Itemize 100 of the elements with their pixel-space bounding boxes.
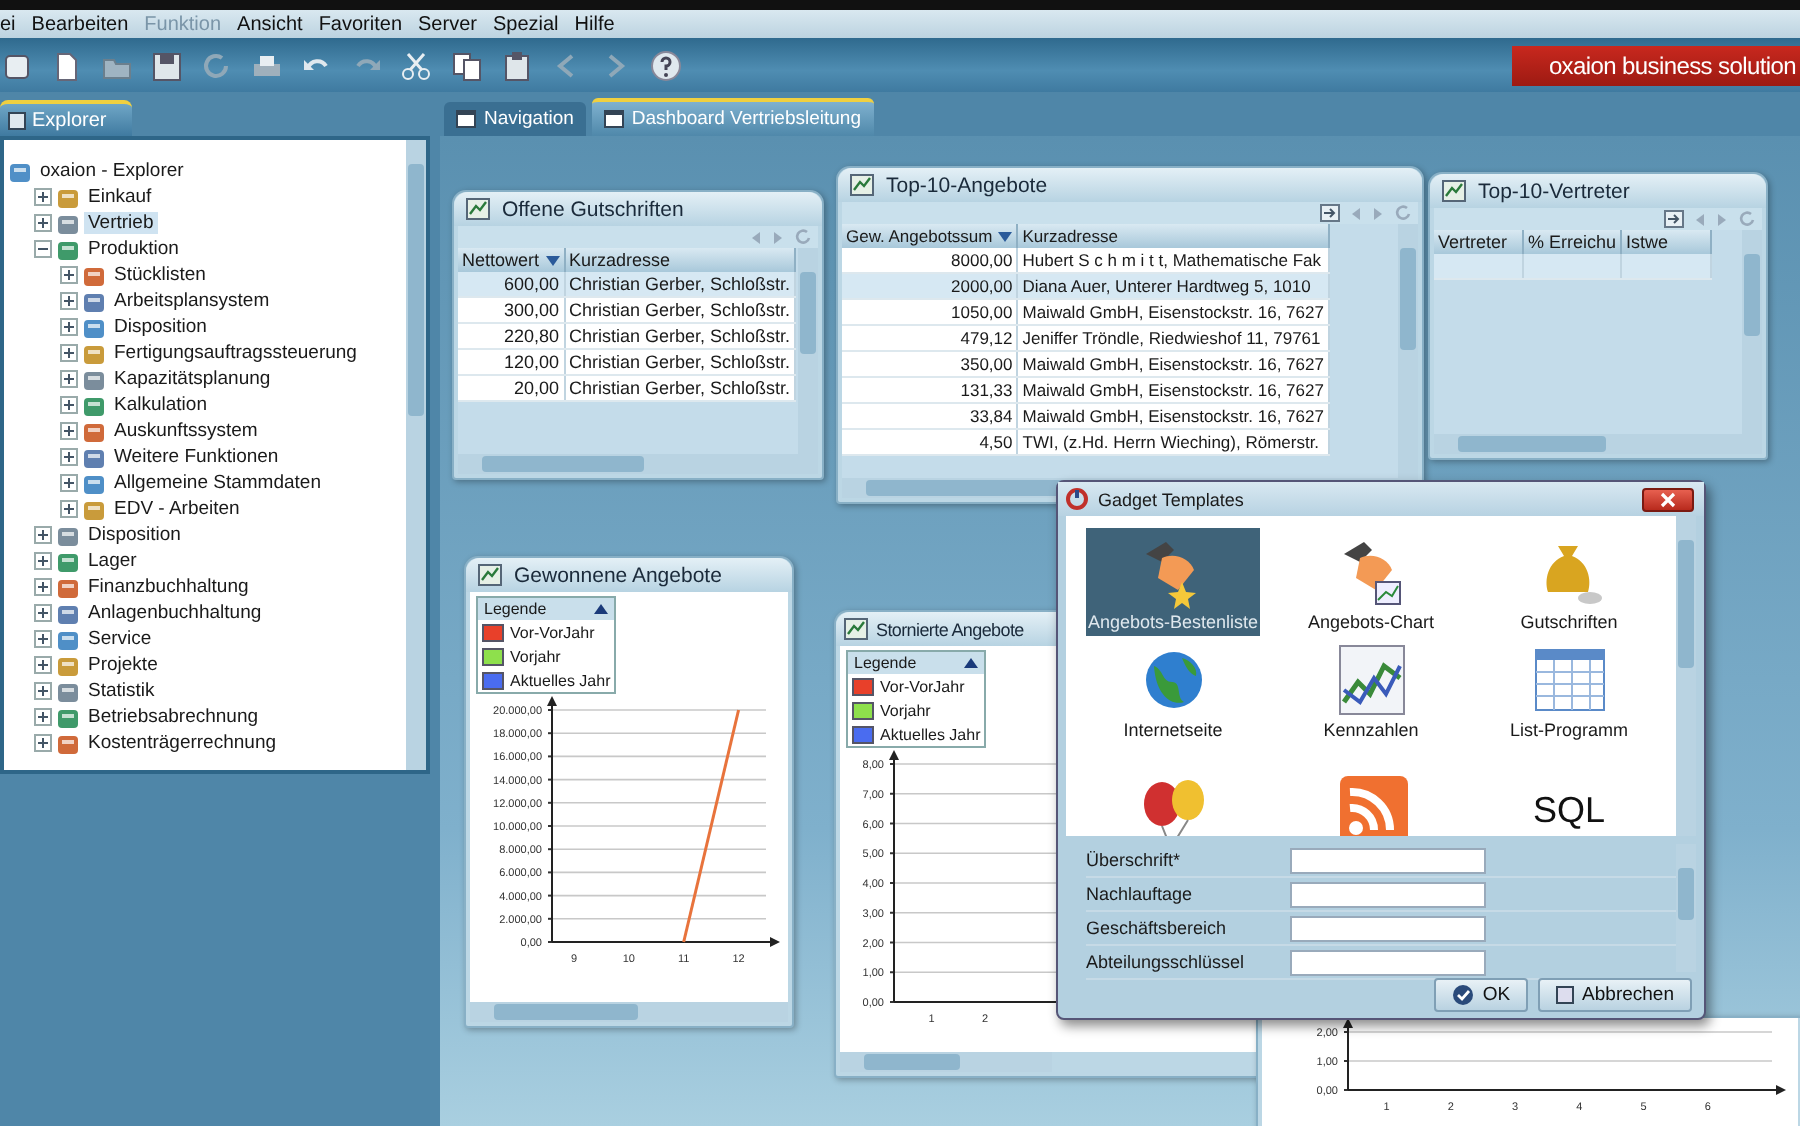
scrollbar[interactable]: [840, 1052, 1052, 1072]
expand-icon[interactable]: [34, 188, 52, 206]
scroll-thumb[interactable]: [482, 456, 644, 472]
column-header[interactable]: Vertreter: [1434, 230, 1523, 254]
scroll-thumb[interactable]: [1744, 254, 1760, 336]
tree-item[interactable]: Allgemeine Stammdaten: [110, 472, 325, 494]
scrollbar[interactable]: [458, 454, 818, 474]
collapse-icon[interactable]: [34, 240, 52, 258]
table-row[interactable]: 350,00 Maiwald GmbH, Eisenstockstr. 16, 7627: [842, 351, 1329, 377]
expand-icon[interactable]: [34, 578, 52, 596]
tree-item[interactable]: Statistik: [84, 680, 159, 702]
tree-item[interactable]: Disposition: [110, 316, 211, 338]
ok-button[interactable]: OK: [1434, 978, 1529, 1012]
table-row[interactable]: 8000,00 Hubert S c h m i t t, Mathematische Fak: [842, 248, 1329, 273]
export-icon[interactable]: [1320, 204, 1340, 222]
expand-icon[interactable]: [60, 292, 78, 310]
menu-item[interactable]: Hilfe: [574, 13, 615, 35]
column-header[interactable]: Nettowert: [458, 248, 565, 272]
expand-icon[interactable]: [60, 474, 78, 492]
scrollbar[interactable]: [470, 1002, 788, 1022]
scrollbar[interactable]: [1742, 230, 1762, 434]
scrollbar[interactable]: [1676, 844, 1696, 972]
table-row[interactable]: 1050,00 Maiwald GmbH, Eisenstockstr. 16, 7627: [842, 299, 1329, 325]
table-row[interactable]: 300,00 Christian Gerber, Schloßstr.: [458, 297, 796, 323]
menu-item[interactable]: Spezial: [492, 13, 559, 35]
template-item[interactable]: Gutschriften: [1482, 528, 1656, 636]
table-row[interactable]: 131,33 Maiwald GmbH, Eisenstockstr. 16, 7627: [842, 377, 1329, 403]
help-icon[interactable]: [650, 49, 682, 81]
collapse-icon[interactable]: [594, 604, 608, 614]
scrollbar[interactable]: [1676, 516, 1696, 836]
expand-icon[interactable]: [60, 422, 78, 440]
table-row[interactable]: 120,00 Christian Gerber, Schloßstr.: [458, 349, 796, 375]
tree-item[interactable]: oxaion - Explorer: [36, 160, 188, 182]
expand-icon[interactable]: [60, 396, 78, 414]
tab[interactable]: Navigation: [444, 102, 586, 136]
explorer-tab[interactable]: Explorer: [0, 100, 132, 136]
expand-icon[interactable]: [34, 604, 52, 622]
tree-item[interactable]: Lager: [84, 550, 141, 572]
scroll-thumb[interactable]: [864, 1054, 960, 1070]
input-field[interactable]: [1290, 847, 1486, 873]
input-field[interactable]: [1290, 949, 1486, 975]
scrollbar[interactable]: [1398, 224, 1418, 478]
export-icon[interactable]: [1664, 210, 1684, 228]
menu-item[interactable]: Server: [418, 13, 477, 35]
expand-icon[interactable]: [60, 448, 78, 466]
menu-item[interactable]: Bearbeiten: [31, 13, 129, 35]
tree-item[interactable]: Projekte: [84, 654, 162, 676]
tree-item[interactable]: Anlagenbuchhaltung: [84, 602, 266, 624]
template-item[interactable]: Internetseite: [1086, 636, 1260, 744]
scroll-thumb[interactable]: [1678, 540, 1694, 668]
template-item[interactable]: List-Programm: [1482, 636, 1656, 744]
scroll-thumb[interactable]: [494, 1004, 638, 1020]
scroll-thumb[interactable]: [800, 272, 816, 355]
column-header[interactable]: Kurzadresse: [564, 248, 796, 272]
tree-item[interactable]: Finanzbuchhaltung: [84, 576, 253, 598]
menu-item[interactable]: ei: [0, 13, 16, 35]
column-header[interactable]: Gew. Angebotssum: [842, 224, 1018, 248]
column-header[interactable]: % Erreichu: [1523, 230, 1622, 254]
tree-item[interactable]: Arbeitsplansystem: [110, 290, 274, 312]
scroll-thumb[interactable]: [408, 164, 424, 416]
tree-item[interactable]: Stücklisten: [110, 264, 210, 286]
expand-icon[interactable]: [34, 734, 52, 752]
column-header[interactable]: Kurzadresse: [1017, 224, 1329, 248]
copy-icon[interactable]: [450, 49, 482, 81]
tree-item[interactable]: Betriebsabrechnung: [84, 706, 263, 728]
expand-icon[interactable]: [60, 318, 78, 336]
tree-item[interactable]: Kostenträgerrechnung: [84, 732, 281, 754]
scroll-thumb[interactable]: [1400, 248, 1416, 350]
scroll-thumb[interactable]: [1458, 436, 1606, 452]
input-field[interactable]: [1290, 881, 1486, 907]
tree-item[interactable]: Vertrieb: [84, 212, 158, 234]
menu-item[interactable]: Favoriten: [318, 13, 403, 35]
table-row[interactable]: 479,12 Jeniffer Tröndle, Riedwieshof 11, 79761: [842, 325, 1329, 351]
scrollbar[interactable]: [406, 140, 426, 770]
table-row[interactable]: 2000,00 Diana Auer, Unterer Hardtweg 5, 1010: [842, 273, 1329, 299]
close-button[interactable]: [1642, 487, 1694, 511]
cancel-button[interactable]: Abbrechen: [1538, 978, 1692, 1012]
clipboard-icon[interactable]: [500, 49, 532, 81]
template-item[interactable]: SQL: [1482, 744, 1656, 836]
expand-icon[interactable]: [34, 526, 52, 544]
tree-item[interactable]: Service: [84, 628, 156, 650]
tree-item[interactable]: Auskunftssystem: [110, 420, 262, 442]
scrollbar[interactable]: [1434, 434, 1762, 454]
expand-icon[interactable]: [34, 630, 52, 648]
expand-icon[interactable]: [60, 500, 78, 518]
expand-icon[interactable]: [60, 344, 78, 362]
table-row[interactable]: 220,80 Christian Gerber, Schloßstr.: [458, 323, 796, 349]
expand-icon[interactable]: [34, 682, 52, 700]
tree-item[interactable]: Einkauf: [84, 186, 156, 208]
tree-item[interactable]: EDV - Arbeiten: [110, 498, 244, 520]
tree-item[interactable]: Kapazitätsplanung: [110, 368, 275, 390]
tree-item[interactable]: Weitere Funktionen: [110, 446, 283, 468]
table-row[interactable]: 33,84 Maiwald GmbH, Eisenstockstr. 16, 7627: [842, 403, 1329, 429]
expand-icon[interactable]: [34, 214, 52, 232]
tree-item[interactable]: Fertigungsauftragssteuerung: [110, 342, 361, 364]
expand-icon[interactable]: [60, 266, 78, 284]
table-row[interactable]: 600,00 Christian Gerber, Schloßstr.: [458, 272, 796, 297]
expand-icon[interactable]: [34, 708, 52, 726]
expand-icon[interactable]: [60, 370, 78, 388]
tree-item[interactable]: Produktion: [84, 238, 183, 260]
